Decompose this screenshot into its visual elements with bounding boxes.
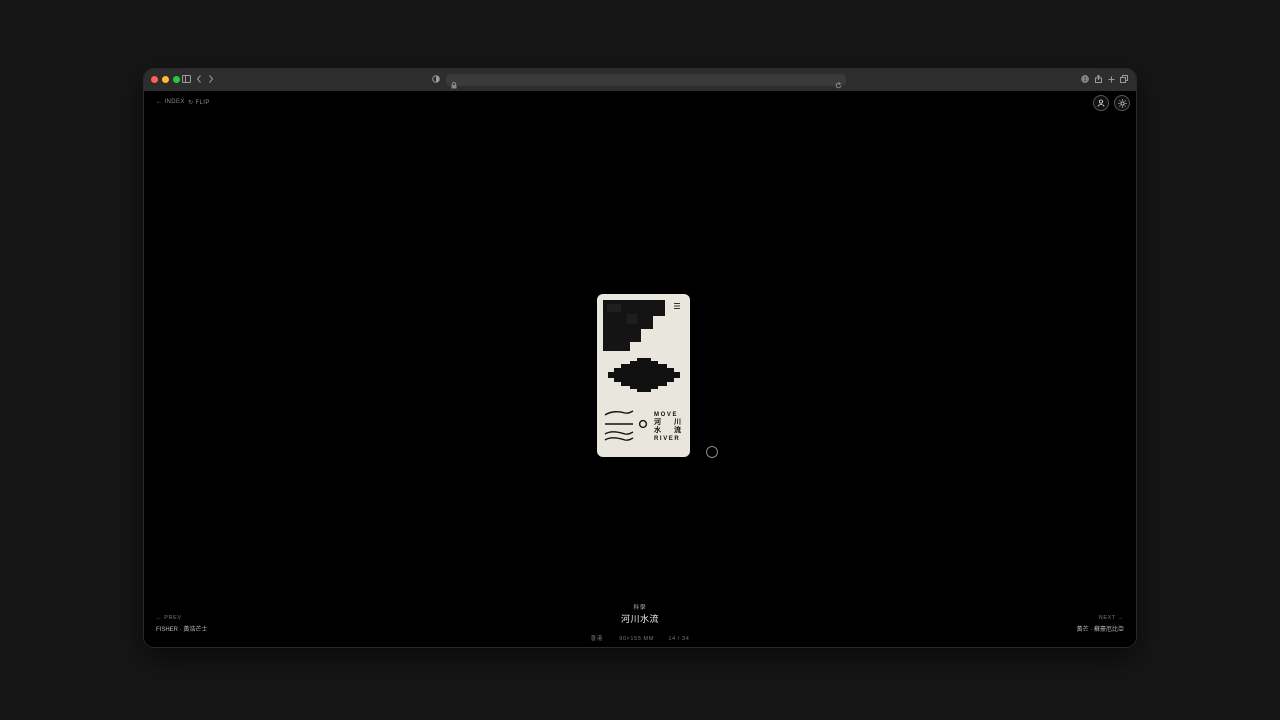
- size-label: 90×155 MM: [619, 636, 654, 642]
- privacy-shield-icon[interactable]: [430, 73, 442, 87]
- user-icon: [1097, 99, 1105, 107]
- svg-text:川: 川: [673, 418, 681, 426]
- index-link[interactable]: ← INDEX: [156, 99, 185, 105]
- share-icon[interactable]: [1093, 73, 1103, 87]
- svg-text:RIVER: RIVER: [654, 436, 680, 442]
- artwork-meta: 香港 90×155 MM 14 / 34: [144, 627, 1136, 645]
- artwork-title: 河川水流: [620, 614, 659, 624]
- new-tab-icon[interactable]: [1106, 73, 1116, 87]
- origin-label: 香港: [590, 636, 603, 642]
- forward-icon[interactable]: [206, 73, 216, 87]
- tab-overview-icon[interactable]: [1119, 73, 1129, 87]
- back-icon[interactable]: [194, 73, 204, 87]
- sidebar-icon[interactable]: [180, 73, 192, 87]
- next-link[interactable]: NEXT → 黃芒 · 蘇豪厄比亞: [1077, 615, 1124, 633]
- translate-icon[interactable]: [1080, 73, 1090, 87]
- sun-icon: [1117, 98, 1127, 108]
- minimize-window-button[interactable]: [162, 76, 169, 83]
- svg-text:河: 河: [654, 417, 661, 426]
- maximize-window-button[interactable]: [173, 76, 180, 83]
- browser-toolbar: [144, 69, 1136, 92]
- svg-text:水: 水: [654, 425, 662, 434]
- prev-link[interactable]: ← PREV FISHER · 黃浩芒士: [156, 615, 207, 633]
- flip-link[interactable]: ↻ FLIP: [188, 99, 210, 106]
- account-button[interactable]: [1093, 95, 1109, 111]
- address-bar[interactable]: [446, 74, 846, 89]
- artwork-card[interactable]: MOVE RIVER 河川 水流: [597, 294, 690, 457]
- page-counter: 14 / 34: [668, 636, 690, 642]
- page-content: ← INDEX ↻ FLIP MOVE RIVER 河 川 水 流 科學 河川水…: [144, 91, 1136, 647]
- prev-label: ← PREV: [156, 615, 182, 621]
- next-label: NEXT →: [1098, 615, 1124, 621]
- svg-text:流: 流: [674, 425, 681, 434]
- artwork-image: MOVE RIVER 河川 水流: [603, 300, 681, 442]
- category-label: 科學: [633, 605, 647, 611]
- browser-window: ← INDEX ↻ FLIP MOVE RIVER 河 川 水 流 科學 河川水…: [144, 69, 1136, 647]
- prev-name: FISHER · 黃浩芒士: [156, 627, 208, 633]
- next-name: 黃芒 · 蘇豪厄比亞: [1076, 627, 1124, 633]
- theme-toggle-button[interactable]: [1114, 95, 1130, 111]
- close-window-button[interactable]: [151, 76, 158, 83]
- cursor-indicator: [706, 446, 718, 458]
